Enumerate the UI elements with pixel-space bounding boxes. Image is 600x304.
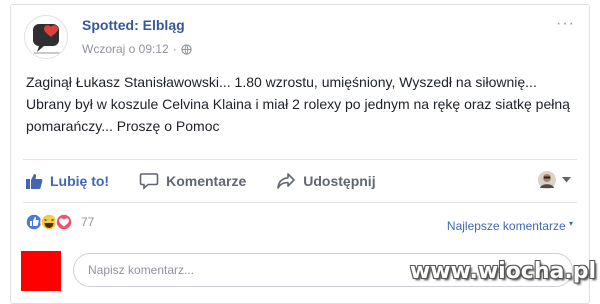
sort-label: Najlepsze komentarze [446, 219, 566, 233]
post-timestamp[interactable]: Wczoraj o 09:12 [82, 42, 169, 56]
viewer-avatar [538, 171, 556, 189]
comment-label: Komentarze [166, 173, 247, 189]
share-button[interactable]: Udostępnij [276, 172, 376, 190]
dot-separator: · [172, 42, 177, 56]
like-icon [25, 213, 43, 231]
love-icon [55, 213, 73, 231]
post-meta: Wczoraj o 09:12 · [82, 42, 192, 56]
chevron-down-icon [562, 177, 571, 183]
page-name[interactable]: Spotted: Elbląg [82, 17, 185, 33]
page-avatar[interactable] [24, 15, 68, 59]
share-icon [277, 173, 296, 189]
like-button[interactable]: Lubię to! [25, 172, 109, 190]
reactions-summary[interactable]: 77 [25, 213, 94, 231]
reaction-count: 77 [81, 215, 95, 229]
site-watermark: www.wiocha.pl [409, 259, 596, 284]
comment-button[interactable]: Komentarze [139, 172, 246, 190]
thumbs-up-icon [26, 174, 43, 189]
action-bar: Lubię to! Komentarze Udostępnij [23, 159, 577, 203]
globe-icon [181, 43, 192, 55]
haha-icon [40, 213, 58, 231]
spotted-logo-icon [33, 24, 60, 54]
post-text: Zaginął Łukasz Stanisławowski... 1.80 wz… [26, 74, 570, 134]
viewer-selector[interactable] [538, 171, 571, 189]
reaction-icons [25, 213, 73, 231]
comment-sort-dropdown[interactable]: Najlepsze komentarze ▾ [447, 219, 573, 233]
commenter-avatar-censored [21, 251, 61, 291]
like-label: Lubię to! [50, 173, 110, 189]
share-label: Udostępnij [303, 173, 376, 189]
caret-down-icon: ▾ [568, 219, 573, 228]
more-options-button[interactable]: ··· [556, 15, 575, 33]
comment-icon [139, 173, 159, 190]
